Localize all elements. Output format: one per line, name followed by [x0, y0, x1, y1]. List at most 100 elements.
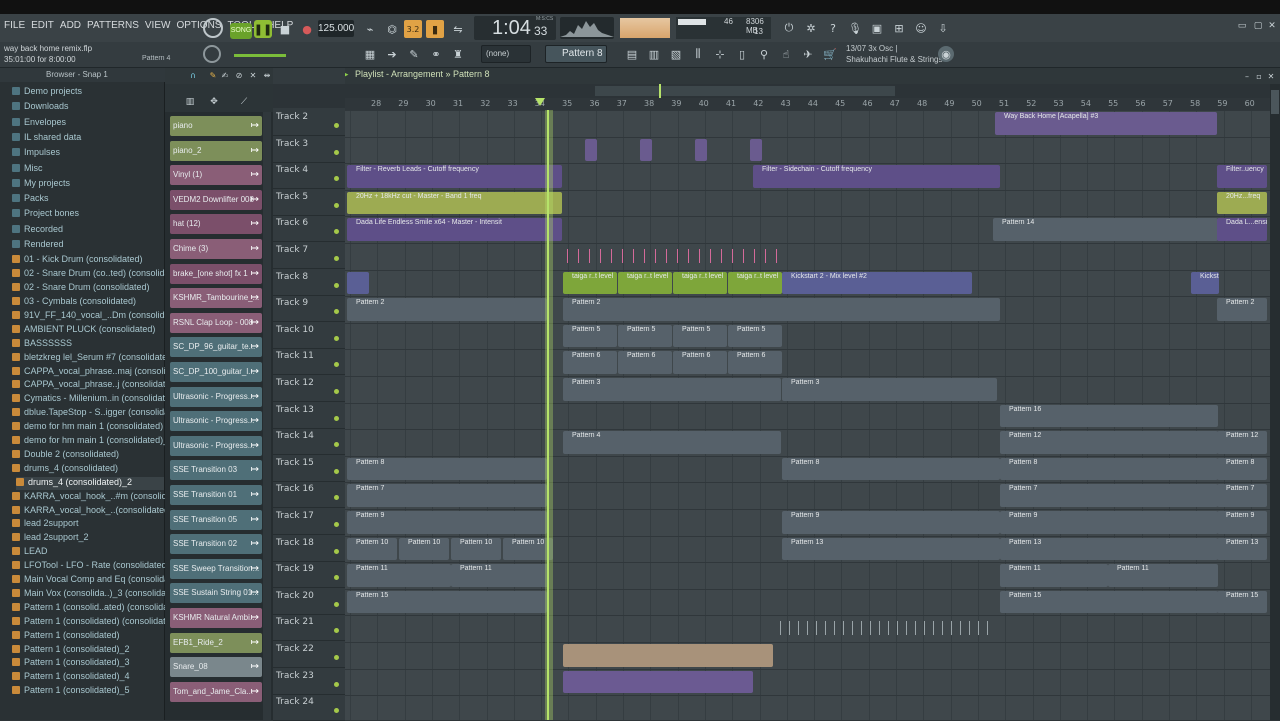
menu-view[interactable]: VIEW: [145, 20, 171, 31]
browser-folder[interactable]: My projects: [12, 178, 70, 191]
track-header[interactable]: Track 19: [273, 562, 345, 589]
channel-button[interactable]: Snare_08 ↦: [170, 657, 262, 678]
track-header[interactable]: Track 8: [273, 270, 345, 296]
overview-strip[interactable]: [273, 84, 1270, 98]
pattern-clip[interactable]: Pattern 6: [728, 351, 782, 374]
pattern-clip[interactable]: Pattern 14: [993, 218, 1218, 241]
track-header[interactable]: Track 4: [273, 163, 345, 190]
track-header[interactable]: Track 21: [273, 615, 345, 642]
track-header[interactable]: Track 23: [273, 669, 345, 695]
track-header[interactable]: Track 3: [273, 137, 345, 163]
help-icon[interactable]: ?: [824, 19, 842, 37]
arrow-right-icon[interactable]: ➔: [382, 45, 402, 63]
track-header[interactable]: Track 2: [273, 110, 345, 136]
wait-input-icon[interactable]: ⏣: [382, 20, 402, 38]
master-volume-slider[interactable]: [234, 54, 286, 57]
browser-file[interactable]: dblue.TapeStop - S..igger (consolidated): [12, 407, 185, 420]
browser-folder[interactable]: Downloads: [12, 101, 69, 114]
pattern-clip[interactable]: Pattern 5: [563, 324, 617, 348]
pattern-clip[interactable]: Pattern 10: [399, 537, 449, 561]
channel-button[interactable]: Ultrasonic - Progress... ↦: [170, 386, 262, 407]
save-icon[interactable]: ▣: [868, 19, 886, 37]
audio-clip[interactable]: Way Back Home [Acapella] #3: [995, 112, 1217, 135]
pattern-clip[interactable]: Pattern 8: [782, 457, 1000, 481]
pattern-clip[interactable]: Pattern 9: [1217, 511, 1267, 534]
channel-button[interactable]: SSE Transition 01 ↦: [170, 485, 262, 505]
metronome-icon[interactable]: ⌁: [360, 20, 380, 38]
channel-button[interactable]: VEDM2 Downlifter 008 ↦: [170, 189, 262, 210]
track-header[interactable]: Track 10: [273, 323, 345, 349]
browser-window-icon[interactable]: ▯: [732, 45, 752, 63]
browser-file[interactable]: Main Vox (consolida..)_3 (consolidated): [12, 588, 182, 601]
link-icon[interactable]: ⚭: [426, 45, 446, 63]
automation-clip[interactable]: 20Hz + 18kHz cut - Master - Band 1 freq: [347, 191, 562, 215]
audio-settings-icon[interactable]: ✲: [802, 19, 820, 37]
channel-button[interactable]: SC_DP_100_guitar_l... ↦: [170, 362, 262, 382]
track-active-led[interactable]: [334, 335, 339, 341]
browser-folder[interactable]: Misc: [12, 163, 43, 176]
automation-clip[interactable]: taiga r..t level: [618, 271, 672, 295]
track-active-led[interactable]: [334, 362, 339, 368]
browser-file[interactable]: LEAD: [12, 546, 48, 559]
playhead-marker[interactable]: [535, 98, 545, 106]
pencil-icon[interactable]: ✎: [208, 70, 218, 80]
track-header[interactable]: Track 11: [273, 349, 345, 376]
browser-file[interactable]: drums_4 (consolidated): [12, 463, 118, 476]
channel-rack-icon[interactable]: ▥: [644, 45, 664, 63]
track-header[interactable]: Track 9: [273, 296, 345, 323]
automation-clip[interactable]: taiga r..t level: [728, 271, 782, 295]
browser-folder[interactable]: Project bones: [12, 208, 79, 221]
track-header[interactable]: Track 15: [273, 456, 345, 482]
track-active-led[interactable]: [334, 681, 339, 687]
track-header[interactable]: Track 22: [273, 642, 345, 668]
track-active-led[interactable]: [334, 655, 339, 660]
chat-icon[interactable]: ☺: [912, 19, 930, 37]
browser-file[interactable]: drums_4 (consolidated)_2: [16, 476, 164, 490]
playlist-vertical-scrollbar[interactable]: [1270, 84, 1280, 720]
playlist-close-icon[interactable]: ✕: [1266, 71, 1276, 81]
pattern-clip[interactable]: Pattern 15: [347, 590, 547, 614]
mixer-window-icon[interactable]: ⫼: [688, 45, 708, 63]
browser-file[interactable]: LFOTool - LFO - Rate (consolidated): [12, 560, 170, 573]
track-active-led[interactable]: [334, 601, 339, 607]
channel-button[interactable]: Ultrasonic - Progress... ↦: [170, 435, 262, 456]
pattern-clip[interactable]: Pattern 3: [782, 378, 997, 401]
pattern-clip[interactable]: Pattern 11: [1108, 564, 1218, 587]
mute-icon[interactable]: ✕: [248, 70, 258, 80]
export-icon[interactable]: ⇩: [934, 19, 952, 37]
channel-button[interactable]: SSE Sustain String 01... ↦: [170, 583, 262, 604]
playlist-minimize-icon[interactable]: –: [1242, 71, 1252, 81]
pattern-clip[interactable]: Pattern 2: [347, 298, 547, 321]
pattern-clip[interactable]: Pattern 10: [451, 537, 501, 561]
slip-icon[interactable]: ⇹: [262, 70, 272, 80]
automation-clip[interactable]: Kickstart 2 - Mix level #2: [782, 271, 972, 295]
browser-file[interactable]: Cymatics - Millenium..in (consolidated): [12, 393, 178, 406]
news-icon[interactable]: ◉: [938, 46, 954, 62]
record-icon[interactable]: ●: [298, 20, 316, 38]
play-icon[interactable]: ❚❚: [254, 20, 272, 38]
browser-file[interactable]: 03 - Cymbals (consolidated): [12, 296, 136, 309]
stop-icon[interactable]: ■: [276, 20, 294, 38]
channel-scrollbar[interactable]: [263, 112, 271, 720]
master-volume-knob[interactable]: [203, 18, 223, 38]
mixer-target-select[interactable]: (none): [481, 45, 531, 63]
playlist-grid[interactable]: Way Back Home [Acapella] #3 Filter - Reve…: [345, 110, 1270, 720]
automation-clip[interactable]: [640, 138, 652, 162]
browser-file[interactable]: lead 2support_2: [12, 532, 89, 545]
pattern-selector[interactable]: Pattern 8: [545, 45, 607, 63]
playlist-maximize-icon[interactable]: ▫: [1254, 71, 1264, 81]
browser-file[interactable]: demo for hm main 1 (consolidated)_2: [12, 435, 173, 448]
touch-icon[interactable]: ☝: [776, 45, 796, 63]
browser-file[interactable]: Double 2 (consolidated): [12, 449, 119, 462]
pattern-clip[interactable]: Pattern 11: [1000, 564, 1108, 587]
channel-button[interactable]: SSE Sweep Transition... ↦: [170, 558, 262, 579]
pattern-clip[interactable]: Pattern 13: [1000, 537, 1218, 561]
track-header[interactable]: Track 20: [273, 589, 345, 615]
channel-button[interactable]: hat (12) ↦: [170, 214, 262, 235]
track-active-led[interactable]: [334, 202, 339, 208]
channel-button[interactable]: SC_DP_96_guitar_te... ↦: [170, 337, 262, 358]
step-edit-icon[interactable]: ▮: [426, 20, 444, 38]
browser-file[interactable]: Pattern 1 (consolidated)_4: [12, 671, 130, 684]
track-active-led[interactable]: [334, 389, 339, 394]
menu-edit[interactable]: EDIT: [31, 20, 54, 31]
